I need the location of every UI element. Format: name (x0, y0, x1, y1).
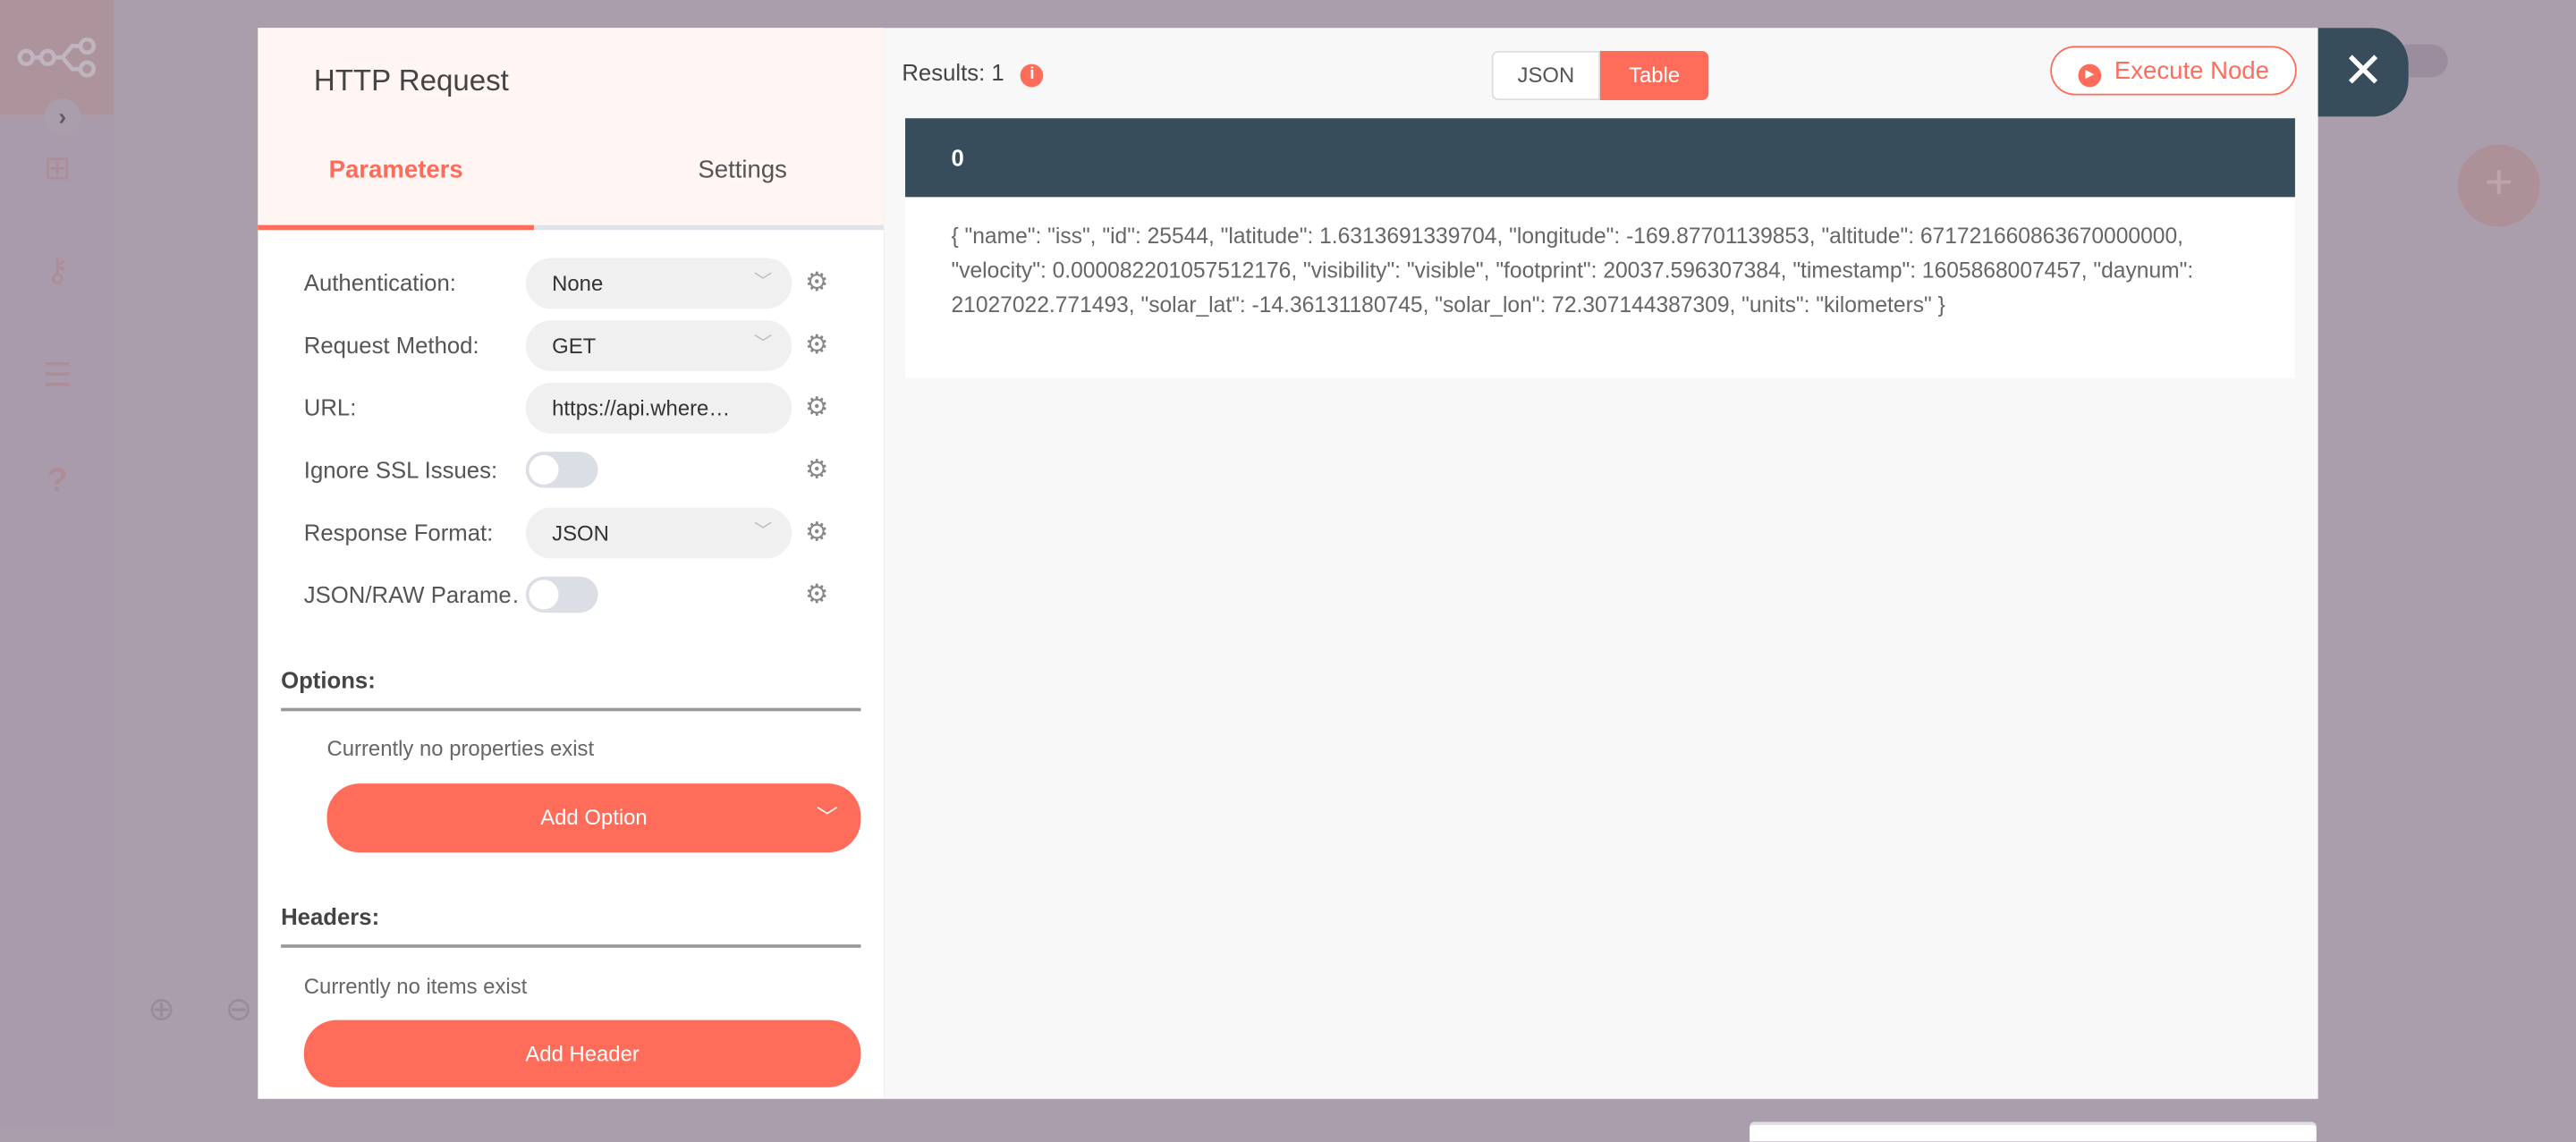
chevron-down-icon: ﹀ (754, 272, 773, 292)
param-label: Authentication: (303, 269, 456, 296)
network-icon[interactable]: ⊞ (33, 148, 82, 197)
gear-icon[interactable]: ⚙ (805, 391, 828, 424)
gear-icon[interactable]: ⚙ (805, 453, 828, 486)
info-icon[interactable]: i (1021, 63, 1044, 88)
tabs: Parameters Settings (258, 153, 885, 231)
add-header-button[interactable]: Add Header (303, 1019, 861, 1087)
select-value: JSON (552, 520, 609, 546)
chevron-down-icon: ﹀ (754, 522, 773, 543)
chevron-right-icon[interactable]: › (44, 98, 80, 135)
table-header: 0 (905, 118, 2295, 198)
execute-node-button[interactable]: ▶ Execute Node (2050, 46, 2297, 96)
add-node-button[interactable]: + (2457, 144, 2540, 227)
param-label: Response Format: (303, 519, 494, 546)
node-parameters-panel: HTTP Request Parameters Settings Authent… (258, 28, 885, 1099)
url-input[interactable]: https://api.where… (525, 382, 792, 434)
output-panel: Results: 1 i JSON Table ▶ Execute Node 0 {… (884, 28, 2318, 1099)
checklist-icon[interactable]: ☰ (33, 355, 82, 404)
zoom-in-icon[interactable]: ⊕ (148, 989, 175, 1030)
headers-heading: Headers: (281, 903, 861, 948)
execute-label: Execute Node (2114, 57, 2269, 86)
tab-settings[interactable]: Settings (652, 153, 833, 225)
json-raw-toggle[interactable] (525, 576, 598, 613)
param-label: Request Method: (303, 332, 479, 359)
close-button[interactable]: ✕ (2318, 28, 2409, 117)
param-label: JSON/RAW Parame… (303, 581, 521, 608)
ignore-ssl-toggle[interactable] (525, 452, 598, 488)
bottom-panel (1750, 1121, 2317, 1142)
chevron-down-icon: ﹀ (816, 804, 838, 830)
param-ignore-ssl: Ignore SSL Issues: ⚙ (304, 445, 846, 498)
param-label: URL: (303, 393, 357, 421)
param-authentication: Authentication: None ﹀ ⚙ (304, 258, 846, 310)
gear-icon[interactable]: ⚙ (805, 516, 828, 549)
question-icon[interactable]: ? (33, 463, 82, 512)
param-response-format: Response Format: JSON ﹀ ⚙ (303, 507, 846, 561)
zoom-out-icon[interactable]: ⊖ (225, 989, 253, 1030)
authentication-select[interactable]: None ﹀ (525, 258, 792, 309)
add-option-button[interactable]: Add Option ﹀ (326, 783, 861, 853)
node-title: HTTP Request (313, 63, 509, 97)
close-icon: ✕ (2343, 44, 2385, 99)
select-value: None (552, 271, 604, 296)
n8n-logo-icon[interactable] (0, 0, 114, 115)
results-label: Results: 1 (902, 59, 1004, 86)
param-json-raw: JSON/RAW Parame… ⚙ (304, 570, 846, 622)
param-request-method: Request Method: GET ﹀ ⚙ (304, 320, 846, 373)
tab-parameters[interactable]: Parameters (258, 153, 534, 231)
options-heading: Options: (281, 667, 861, 712)
key-icon[interactable]: ⚷ (33, 250, 82, 299)
response-format-select[interactable]: JSON ﹀ (525, 507, 792, 559)
chevron-down-icon: ﹀ (754, 334, 773, 355)
headers-empty-text: Currently no items exist (303, 974, 528, 999)
param-label: Ignore SSL Issues: (303, 456, 498, 483)
view-table-button[interactable]: Table (1599, 50, 1709, 101)
gear-icon[interactable]: ⚙ (805, 328, 828, 361)
view-json-button[interactable]: JSON (1491, 50, 1600, 101)
param-url: URL: https://api.where… ⚙ (303, 382, 846, 436)
gear-icon[interactable]: ⚙ (805, 266, 828, 300)
options-empty-text: Currently no properties exist (326, 735, 595, 761)
table-cell: { "name": "iss", "id": 25544, "latitude"… (905, 197, 2295, 378)
view-toggle: JSON Table (1491, 50, 1709, 101)
add-option-label: Add Option (540, 804, 648, 830)
results-count: Results: 1 i (902, 59, 1044, 88)
gear-icon[interactable]: ⚙ (805, 579, 828, 612)
select-value: GET (552, 333, 597, 359)
request-method-select[interactable]: GET ﹀ (525, 320, 792, 372)
play-icon: ▶ (2078, 63, 2102, 88)
